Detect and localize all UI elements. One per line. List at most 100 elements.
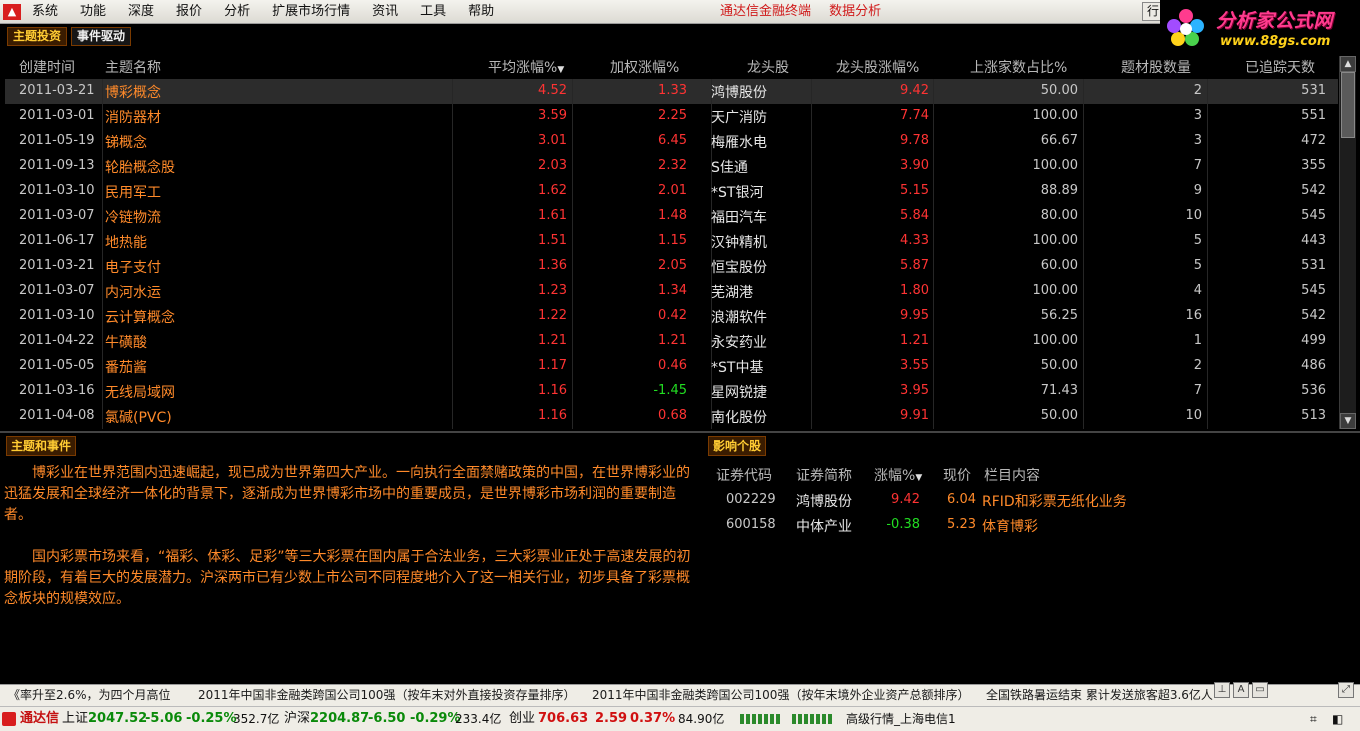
cell-lead-stock: 鸿博股份 xyxy=(711,85,767,101)
cell-weighted-pct: 2.01 xyxy=(658,183,687,198)
table-row[interactable]: 2011-03-07 冷链物流 1.61 1.48 福田汽车 5.84 80.00 10 545 xyxy=(5,204,1338,229)
scroll-down-icon[interactable]: ▼ xyxy=(1340,413,1356,429)
cell-stock-count: 9 xyxy=(1193,183,1202,198)
table-row[interactable]: 2011-03-10 民用军工 1.62 2.01 *ST银河 5.15 88.89 9 542 xyxy=(5,179,1338,204)
menu-item[interactable]: 帮助 xyxy=(457,0,505,24)
cell-avg-pct: 1.16 xyxy=(538,383,567,398)
col-header-lead-pct[interactable]: 龙头股涨幅% xyxy=(836,57,919,77)
tab-event-driven[interactable]: 事件驱动 xyxy=(71,27,132,46)
table-row[interactable]: 2011-03-21 博彩概念 4.52 1.33 鸿博股份 9.42 50.00 2 531 xyxy=(5,79,1338,104)
menu-item[interactable]: 系统 xyxy=(21,0,69,24)
stock-col-pct[interactable]: 涨幅%▼ xyxy=(874,465,922,485)
scroll-thumb[interactable] xyxy=(1341,72,1355,138)
table-row[interactable]: 2011-04-08 氯碱(PVC) 1.16 0.68 南化股份 9.91 50.00 10… xyxy=(5,404,1338,429)
stock-col-price[interactable]: 现价 xyxy=(943,465,971,485)
cell-date: 2011-04-22 xyxy=(19,333,95,348)
col-header-lead[interactable]: 龙头股 xyxy=(747,57,789,77)
stock-row[interactable]: 002229 鸿博股份 9.42 6.04 RFID和彩票无纸化业务 xyxy=(712,491,1312,516)
cell-lead-stock: 汉钟精机 xyxy=(711,235,767,251)
index-hs-label[interactable]: 沪深 xyxy=(284,707,310,731)
menu-item[interactable]: 资讯 xyxy=(361,0,409,24)
col-header-date[interactable]: 创建时间 xyxy=(19,57,75,77)
col-header-count[interactable]: 题材股数量 xyxy=(1121,57,1191,77)
volume-bars-icon xyxy=(740,714,780,724)
cell-theme-name: 地热能 xyxy=(105,235,147,251)
stock-row[interactable]: 600158 中体产业 -0.38 5.23 体育博彩 xyxy=(712,516,1312,541)
theme-description: 博彩业在世界范围内迅速崛起，现已成为世界第四大产业。一向执行全面禁赌政策的中国，… xyxy=(4,463,700,631)
cell-tracked-days: 542 xyxy=(1301,308,1326,323)
menu-item[interactable]: 工具 xyxy=(409,0,457,24)
table-row[interactable]: 2011-04-22 牛磺酸 1.21 1.21 永安药业 1.21 100.00 1 499 xyxy=(5,329,1338,354)
index-sh-label[interactable]: 上证 xyxy=(62,707,88,731)
cell-tracked-days: 531 xyxy=(1301,83,1326,98)
cell-theme-name: 电子支付 xyxy=(105,260,161,276)
stock-col-code[interactable]: 证券代码 xyxy=(716,465,772,485)
table-row[interactable]: 2011-05-05 番茄酱 1.17 0.46 *ST中基 3.55 50.00 2 486 xyxy=(5,354,1338,379)
table-row[interactable]: 2011-06-17 地热能 1.51 1.15 汉钟精机 4.33 100.00 5 443 xyxy=(5,229,1338,254)
cell-avg-pct: 3.59 xyxy=(538,108,567,123)
cell-tracked-days: 513 xyxy=(1301,408,1326,423)
cell-date: 2011-03-07 xyxy=(19,208,95,223)
cell-lead-stock: 南化股份 xyxy=(711,410,767,426)
cell-up-ratio: 60.00 xyxy=(1040,258,1078,273)
tab-theme-and-event[interactable]: 主题和事件 xyxy=(6,436,77,456)
index-sh-pct: -0.25% xyxy=(186,711,237,726)
cell-date: 2011-05-19 xyxy=(19,133,95,148)
font-icon[interactable]: A xyxy=(1233,682,1249,698)
cell-lead-pct: 9.42 xyxy=(900,83,929,98)
stock-content: 体育博彩 xyxy=(982,519,1038,535)
stock-code: 002229 xyxy=(726,492,776,507)
index-cy-change: 2.59 xyxy=(595,711,628,726)
tab-affected-stocks[interactable]: 影响个股 xyxy=(708,436,767,456)
expand-icon[interactable]: ⤢ xyxy=(1338,682,1354,698)
cell-lead-pct: 5.84 xyxy=(900,208,929,223)
tab-theme-investment[interactable]: 主题投资 xyxy=(7,27,68,46)
cell-lead-stock: 永安药业 xyxy=(711,335,767,351)
minimize-icon[interactable]: ▭ xyxy=(1252,682,1268,698)
scroll-up-icon[interactable]: ▲ xyxy=(1340,56,1356,72)
table-row[interactable]: 2011-03-16 无线局域网 1.16 -1.45 星网锐捷 3.95 71.43 7 53… xyxy=(5,379,1338,404)
cell-date: 2011-03-10 xyxy=(19,308,95,323)
menu-bar: ▲ 系统 功能 深度 报价 分析 扩展市场行情 资讯 工具 帮助 通达信金融终端 数据分析 行 xyxy=(0,0,1360,24)
cell-lead-pct: 7.74 xyxy=(900,108,929,123)
column-separator xyxy=(102,154,103,179)
table-row[interactable]: 2011-03-07 内河水运 1.23 1.34 芜湖港 1.80 100.00 4 545 xyxy=(5,279,1338,304)
column-separator xyxy=(933,279,934,304)
col-header-avg[interactable]: 平均涨幅%▼ xyxy=(488,57,564,77)
panel-divider[interactable] xyxy=(0,431,1360,433)
cell-lead-pct: 9.91 xyxy=(900,408,929,423)
ticker-expand: ⤢ xyxy=(1338,682,1354,698)
pin-icon[interactable]: ⊥ xyxy=(1214,682,1230,698)
col-header-name[interactable]: 主题名称 xyxy=(105,57,161,77)
ticker-item[interactable]: 2011年中国非金融类跨国公司100强（按年末对外直接投资存量排序） xyxy=(198,685,575,705)
cell-theme-name: 轮胎概念股 xyxy=(105,160,175,176)
table-row[interactable]: 2011-03-10 云计算概念 1.22 0.42 浪潮软件 9.95 56.25 16 54… xyxy=(5,304,1338,329)
col-header-wgt[interactable]: 加权涨幅% xyxy=(610,57,679,77)
menu-item[interactable]: 扩展市场行情 xyxy=(261,0,361,24)
stock-col-content[interactable]: 栏目内容 xyxy=(984,465,1040,485)
index-hs-value: 2204.87 xyxy=(310,711,370,726)
column-separator xyxy=(933,154,934,179)
table-row[interactable]: 2011-03-21 电子支付 1.36 2.05 恒宝股份 5.87 60.00 5 531 xyxy=(5,254,1338,279)
table-scrollbar[interactable]: ▲ ▼ xyxy=(1339,56,1356,429)
menu-item[interactable]: 报价 xyxy=(165,0,213,24)
column-separator xyxy=(102,204,103,229)
index-cy-label[interactable]: 创业 xyxy=(509,707,535,731)
menu-link-terminal[interactable]: 通达信金融终端 xyxy=(720,4,811,19)
ticker-item[interactable]: 全国铁路暑运结束 累计发送旅客超3.6亿人 xyxy=(986,685,1213,705)
col-header-days[interactable]: 已追踪天数 xyxy=(1245,57,1315,77)
table-row[interactable]: 2011-05-19 锑概念 3.01 6.45 梅雁水电 9.78 66.67 3 472 xyxy=(5,129,1338,154)
server-name[interactable]: 高级行情_上海电信1 xyxy=(846,707,956,731)
menu-item[interactable]: 深度 xyxy=(117,0,165,24)
ticker-item[interactable]: 《率升至2.6%，为四个月高位 xyxy=(8,685,171,705)
sort-desc-icon: ▼ xyxy=(557,65,565,75)
menu-item[interactable]: 分析 xyxy=(213,0,261,24)
ticker-item[interactable]: 2011年中国非金融类跨国公司100强（按年末境外企业资产总额排序） xyxy=(592,685,969,705)
menu-link-data-analysis[interactable]: 数据分析 xyxy=(829,4,881,19)
stock-col-name[interactable]: 证券简称 xyxy=(796,465,852,485)
app-logo-icon[interactable]: ▲ xyxy=(3,3,21,20)
menu-item[interactable]: 功能 xyxy=(69,0,117,24)
table-row[interactable]: 2011-03-01 消防器材 3.59 2.25 天广消防 7.74 100.00 3 551 xyxy=(5,104,1338,129)
col-header-ratio[interactable]: 上涨家数占比% xyxy=(970,57,1067,77)
table-row[interactable]: 2011-09-13 轮胎概念股 2.03 2.32 S佳通 3.90 100.00 7 355 xyxy=(5,154,1338,179)
